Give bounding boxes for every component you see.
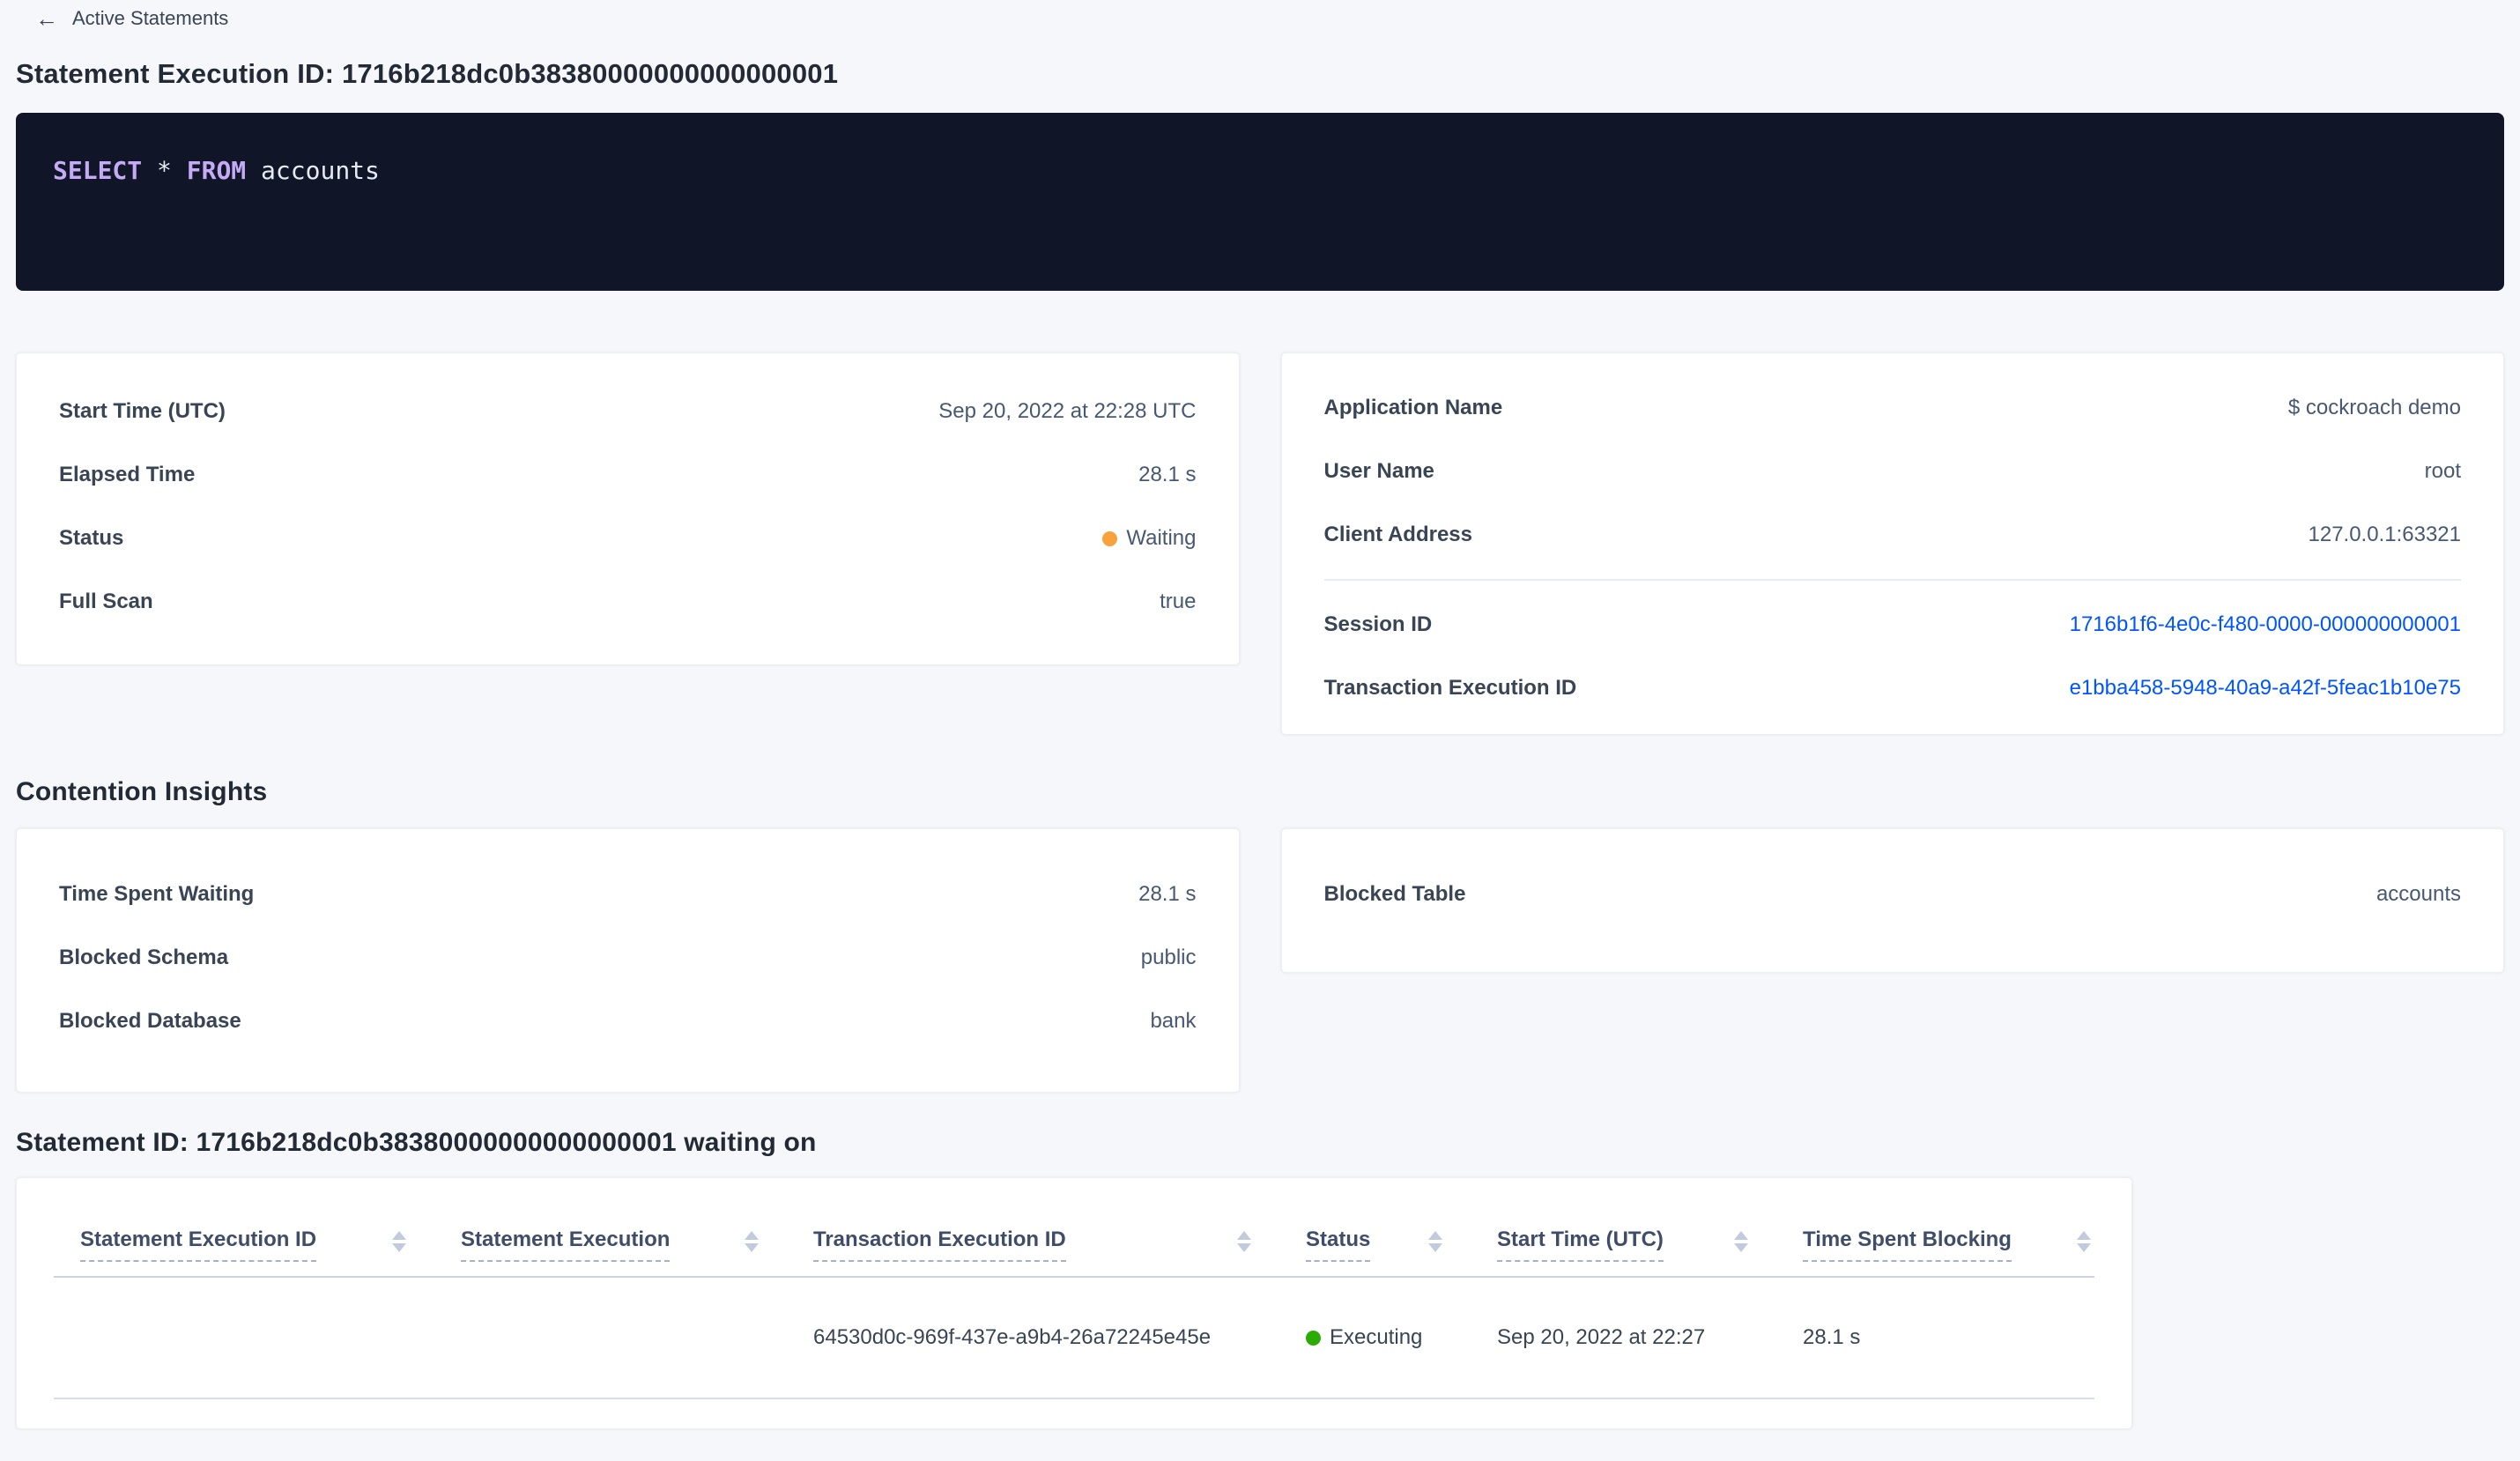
sort-icon[interactable] [1734, 1230, 1748, 1259]
detail-label: Blocked Schema [59, 946, 229, 969]
detail-row-start-time: Start Time (UTC) Sep 20, 2022 at 22:28 U… [59, 380, 1197, 443]
status-badge: Waiting [1102, 526, 1197, 551]
sort-desc-icon [392, 1242, 406, 1252]
sql-keyword: SELECT [53, 156, 143, 185]
column-header-label[interactable]: Statement Execution ID [80, 1227, 317, 1262]
card-divider [1323, 579, 2461, 581]
column-header-label[interactable]: Time Spent Blocking [1803, 1227, 2012, 1262]
detail-row-transaction-execution-id: Transaction Execution ID e1bba458-5948-4… [1324, 656, 2462, 720]
detail-value: 28.1 s [1138, 463, 1197, 486]
detail-label: Blocked Database [59, 1009, 241, 1033]
detail-value: 127.0.0.1:63321 [2308, 523, 2462, 546]
transaction-execution-id-link[interactable]: e1bba458-5948-40a9-a42f-5feac1b10e75 [2070, 676, 2461, 701]
cell-transaction-execution-id: 64530d0c-969f-437e-a9b4-26a72245e45e [813, 1325, 1212, 1349]
detail-value: 28.1 s [1138, 882, 1197, 906]
detail-label: Application Name [1323, 396, 1503, 419]
sql-text: * [142, 156, 187, 185]
status-text: Executing [1330, 1325, 1423, 1349]
detail-value: Sep 20, 2022 at 22:28 UTC [938, 399, 1197, 423]
detail-label: Elapsed Time [59, 463, 196, 486]
detail-row-blocked-database: Blocked Database bank [59, 990, 1197, 1053]
blocked-table-card: Blocked Table accounts [1280, 828, 2504, 973]
execution-details-card: Start Time (UTC) Sep 20, 2022 at 22:28 U… [16, 352, 1240, 665]
detail-row-user-name: User Name root [1324, 440, 2462, 503]
sort-icon[interactable] [2077, 1230, 2091, 1259]
status-waiting-dot-icon [1102, 530, 1118, 546]
waiting-on-table: Statement Execution ID Statement Executi… [16, 1177, 2132, 1429]
sort-icon[interactable] [1428, 1230, 1442, 1259]
detail-label: Full Scan [59, 590, 153, 613]
table-row: 64530d0c-969f-437e-a9b4-26a72245e45e Exe… [54, 1278, 2094, 1399]
cell-time-spent-blocking: 28.1 s [1803, 1325, 1861, 1349]
column-header-transaction-execution-id: Transaction Execution ID [813, 1213, 1306, 1276]
statement-details-page: ← Active Statements Statement Execution … [0, 7, 2520, 1429]
detail-label: Blocked Table [1323, 882, 1466, 906]
sql-text: accounts [246, 156, 380, 185]
arrow-left-icon: ← [35, 5, 58, 32]
waiting-on-heading: Statement ID: 1716b218dc0b38380000000000… [16, 1128, 817, 1157]
session-details-card: Application Name $ cockroach demo User N… [1280, 352, 2504, 735]
column-header-time-spent-blocking: Time Spent Blocking [1803, 1213, 2094, 1276]
column-header-statement-execution: Statement Execution [461, 1213, 813, 1276]
column-header-start-time: Start Time (UTC) [1497, 1213, 1803, 1276]
table-header-row: Statement Execution ID Statement Executi… [54, 1178, 2094, 1278]
detail-row-blocked-table: Blocked Table accounts [1324, 863, 2462, 926]
page-title: Statement Execution ID: 1716b218dc0b3838… [16, 58, 839, 89]
sort-desc-icon [1734, 1242, 1748, 1252]
sql-statement-box: SELECT * FROM accounts [16, 113, 2504, 291]
back-link-active-statements[interactable]: ← Active Statements [35, 7, 228, 30]
back-link-label: Active Statements [72, 7, 229, 29]
sort-desc-icon [2077, 1242, 2091, 1252]
column-header-label[interactable]: Statement Execution [461, 1227, 671, 1262]
sort-asc-icon [745, 1230, 759, 1240]
detail-row-status: Status Waiting [59, 507, 1197, 570]
detail-row-client-address: Client Address 127.0.0.1:63321 [1324, 503, 2462, 567]
detail-value: $ cockroach demo [2287, 396, 2461, 419]
sort-desc-icon [1428, 1242, 1442, 1252]
sort-icon[interactable] [745, 1230, 759, 1259]
detail-label: Status [59, 526, 124, 550]
detail-label: Transaction Execution ID [1323, 676, 1577, 700]
status-executing-dot-icon [1306, 1330, 1321, 1346]
detail-value: public [1140, 946, 1197, 969]
sort-asc-icon [1734, 1230, 1748, 1240]
detail-value: bank [1150, 1009, 1197, 1033]
column-header-label[interactable]: Start Time (UTC) [1497, 1227, 1664, 1262]
sort-asc-icon [1237, 1230, 1251, 1240]
sort-desc-icon [1237, 1242, 1251, 1252]
column-header-status: Status [1306, 1213, 1497, 1276]
detail-value: root [2424, 459, 2461, 483]
column-header-label[interactable]: Transaction Execution ID [813, 1227, 1066, 1262]
detail-label: Client Address [1323, 523, 1472, 546]
detail-label: Start Time (UTC) [59, 399, 226, 423]
detail-row-elapsed-time: Elapsed Time 28.1 s [59, 443, 1197, 507]
sort-asc-icon [1428, 1230, 1442, 1240]
detail-row-full-scan: Full Scan true [59, 570, 1197, 634]
sql-query: SELECT * FROM accounts [53, 155, 2469, 187]
sql-keyword: FROM [186, 156, 247, 185]
column-header-statement-execution-id: Statement Execution ID [54, 1213, 461, 1276]
detail-row-application-name: Application Name $ cockroach demo [1324, 376, 2462, 440]
sort-asc-icon [2077, 1230, 2091, 1240]
detail-label: User Name [1323, 459, 1434, 483]
cell-start-time: Sep 20, 2022 at 22:27 [1497, 1325, 1706, 1349]
sort-desc-icon [745, 1242, 759, 1252]
detail-row-blocked-schema: Blocked Schema public [59, 926, 1197, 990]
sort-asc-icon [392, 1230, 406, 1240]
cell-status: Executing [1306, 1325, 1497, 1350]
status-text: Waiting [1126, 526, 1197, 550]
detail-value: accounts [2375, 882, 2461, 906]
detail-label: Session ID [1323, 612, 1433, 636]
sort-icon[interactable] [1237, 1230, 1251, 1259]
detail-label: Time Spent Waiting [59, 882, 255, 906]
detail-value: true [1160, 590, 1197, 613]
detail-row-session-id: Session ID 1716b1f6-4e0c-f480-0000-00000… [1324, 593, 2462, 656]
sort-icon[interactable] [392, 1230, 406, 1259]
session-id-link[interactable]: 1716b1f6-4e0c-f480-0000-000000000001 [2070, 612, 2461, 637]
contention-details-card: Time Spent Waiting 28.1 s Blocked Schema… [16, 828, 1240, 1093]
contention-insights-heading: Contention Insights [16, 777, 268, 806]
detail-row-time-spent-waiting: Time Spent Waiting 28.1 s [59, 863, 1197, 926]
column-header-label[interactable]: Status [1306, 1227, 1371, 1262]
